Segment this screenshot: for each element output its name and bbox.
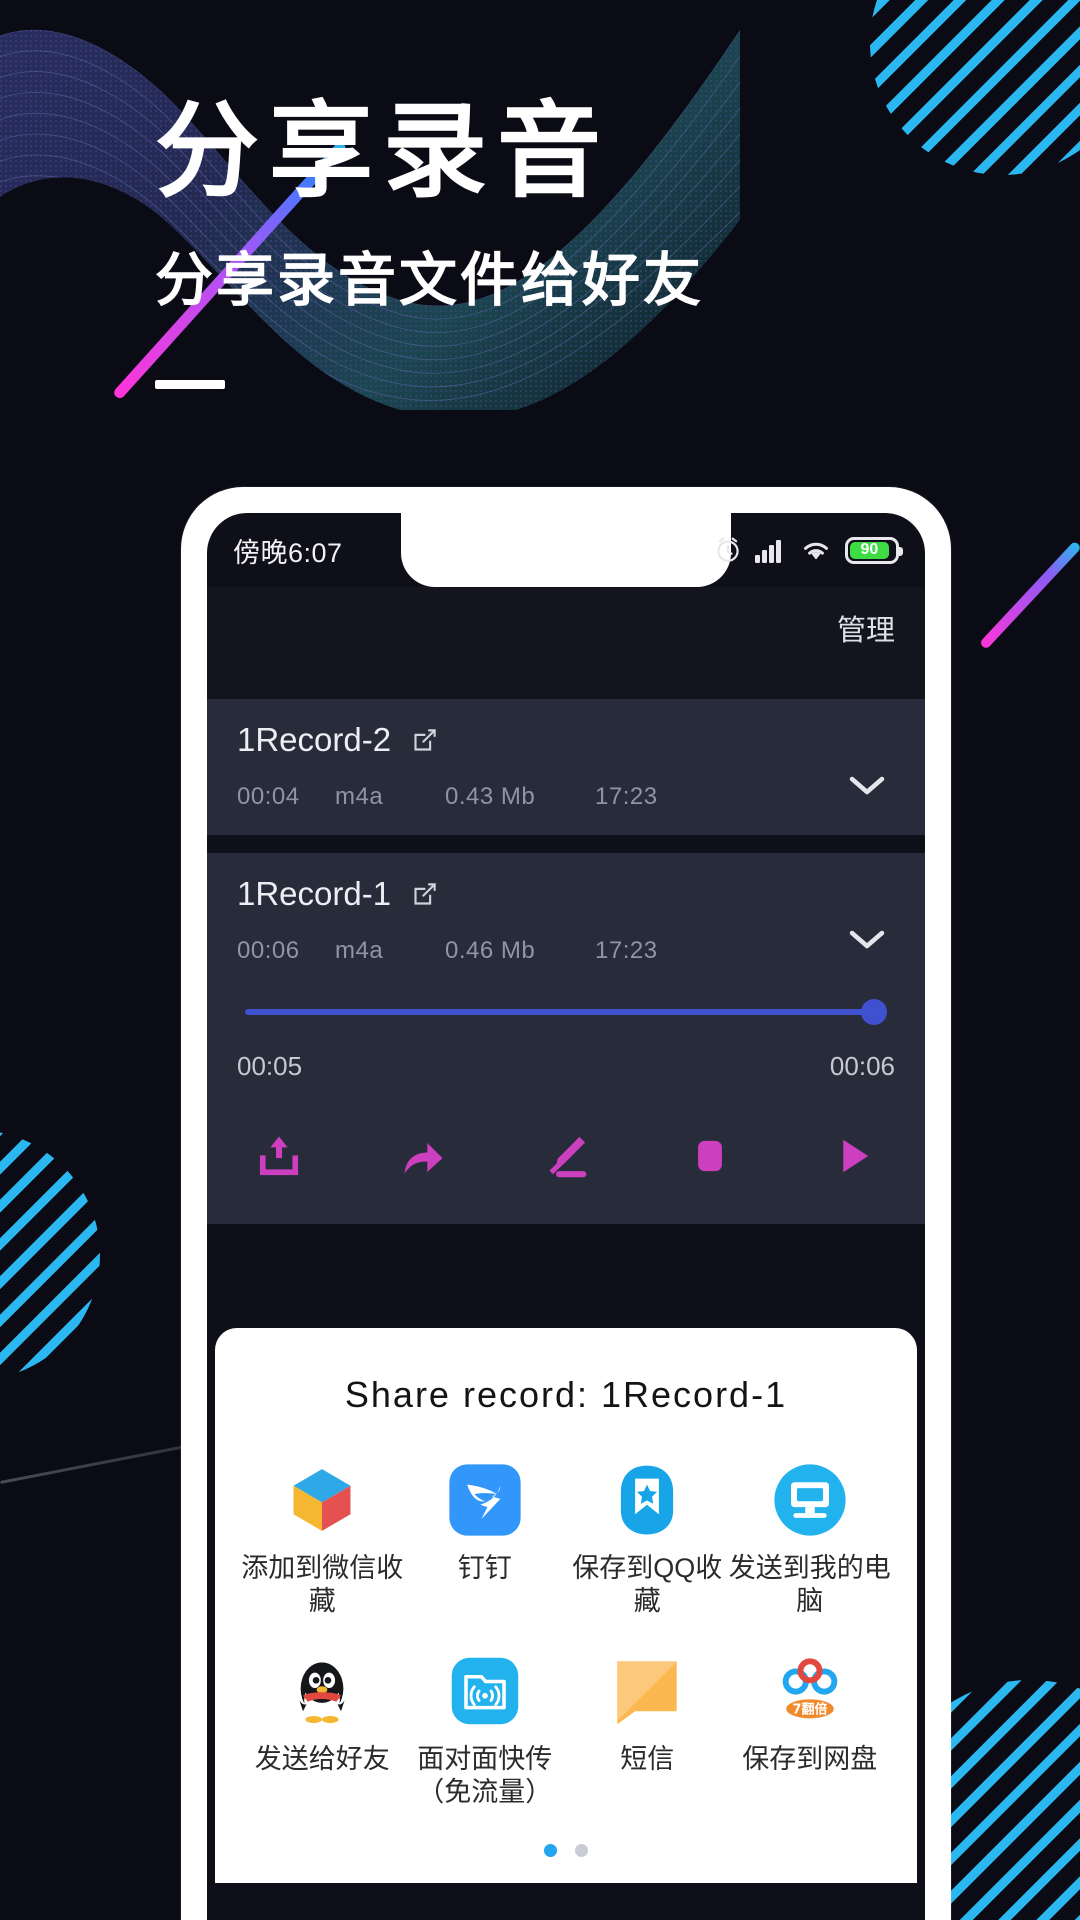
share-option-label: 面对面快传 （免流量） xyxy=(417,1743,553,1808)
player-action-bar xyxy=(237,1126,895,1200)
page-dot[interactable] xyxy=(575,1843,588,1857)
share-option-sms[interactable]: 短信 xyxy=(566,1653,729,1810)
phone-screen: 傍晚6:07 90 管理 1Record-2 00:04 m4a 0.43 Mb… xyxy=(207,513,925,1920)
stripe-circle-left xyxy=(0,1130,100,1380)
send-to-my-computer-monitor-icon xyxy=(774,1464,846,1536)
share-option-label: 保存到QQ收藏 xyxy=(572,1553,723,1617)
face-to-face-transfer-icon xyxy=(451,1657,518,1725)
chevron-down-icon[interactable] xyxy=(847,773,887,797)
share-option-label: 钉钉 xyxy=(457,1553,512,1583)
rename-pencil-icon[interactable] xyxy=(411,727,438,754)
svg-text:7翻倍: 7翻倍 xyxy=(792,1702,827,1718)
diagonal-accent-line-right xyxy=(979,540,1080,650)
record-format: m4a xyxy=(335,937,384,964)
page-subtitle: 分享录音文件给好友 xyxy=(155,248,705,313)
page-title: 分享录音 xyxy=(155,94,612,210)
record-size: 0.43 Mb xyxy=(445,783,536,810)
record-time: 17:23 xyxy=(595,783,658,810)
status-icon-group: 90 xyxy=(714,536,903,564)
record-title-row: 1Record-2 xyxy=(237,721,895,759)
chevron-down-icon[interactable] xyxy=(847,927,887,951)
share-option-label: 发送到我的电脑 xyxy=(728,1553,891,1617)
record-duration: 00:06 xyxy=(237,937,300,964)
share-option-netdisk[interactable]: 7翻倍 保存到网盘 xyxy=(729,1653,892,1810)
share-option-label: 添加到微信收藏 xyxy=(241,1553,404,1617)
status-bar: 傍晚6:07 90 xyxy=(207,513,925,587)
playback-times: 00:05 00:06 xyxy=(237,1051,895,1082)
table-row[interactable]: 1Record-2 00:04 m4a 0.43 Mb 17:23 xyxy=(207,699,925,835)
playback-total: 00:06 xyxy=(829,1051,895,1081)
record-name: 1Record-1 xyxy=(237,875,392,912)
baidu-netdisk-icon: 7翻倍 xyxy=(782,1658,838,1719)
qq-penguin-icon xyxy=(299,1662,345,1723)
edit-icon[interactable] xyxy=(536,1126,596,1186)
share-sheet: Share record: 1Record-1 添加到微信收藏 钉钉 保存到QQ… xyxy=(215,1328,917,1883)
record-size: 0.46 Mb xyxy=(445,937,536,964)
wechat-favorite-cube-icon xyxy=(293,1469,351,1531)
record-time: 17:23 xyxy=(595,937,658,964)
table-row[interactable]: 1Record-1 00:06 m4a 0.46 Mb 17:23 00:05 … xyxy=(207,853,925,1224)
rename-pencil-icon[interactable] xyxy=(411,881,438,908)
seek-thumb[interactable] xyxy=(861,999,887,1025)
record-name: 1Record-2 xyxy=(237,721,392,758)
wifi-icon xyxy=(804,542,828,560)
playback-elapsed: 00:05 xyxy=(237,1051,303,1081)
phone-mockup: 傍晚6:07 90 管理 1Record-2 00:04 m4a 0.43 Mb… xyxy=(181,487,951,1920)
dingtalk-icon xyxy=(449,1464,521,1536)
record-meta: 00:06 m4a 0.46 Mb 17:23 xyxy=(237,937,895,965)
qq-favorite-bookmark-icon xyxy=(621,1465,674,1535)
sheet-spacer xyxy=(207,1224,925,1328)
status-time: 傍晚6:07 xyxy=(233,537,343,568)
signal-icon xyxy=(755,540,781,563)
seek-track xyxy=(245,1009,873,1015)
share-option-qq-favorite[interactable]: 保存到QQ收藏 xyxy=(566,1462,729,1619)
share-option-send-to-computer[interactable]: 发送到我的电脑 xyxy=(729,1462,892,1619)
share-option-label: 发送给好友 xyxy=(254,1743,390,1774)
manage-button[interactable]: 管理 xyxy=(837,607,895,649)
title-underline-rule xyxy=(155,380,225,389)
share-option-label: 短信 xyxy=(620,1743,675,1774)
sms-bubble-icon xyxy=(617,1661,677,1725)
share-sheet-title: Share record: 1Record-1 xyxy=(344,1374,788,1415)
share-option-label: 保存到网盘 xyxy=(742,1743,878,1774)
share-icon[interactable] xyxy=(393,1126,453,1186)
playback-seek-slider[interactable] xyxy=(245,999,887,1025)
record-format: m4a xyxy=(335,783,384,810)
battery-fill: 90 xyxy=(850,541,889,559)
share-target-grid: 添加到微信收藏 钉钉 保存到QQ收藏 发送到我的电脑 发送给好友 面对面快传 （… xyxy=(215,1462,917,1810)
export-icon[interactable] xyxy=(249,1126,309,1186)
record-title-row: 1Record-1 xyxy=(237,875,895,913)
battery-percent-label: 90 xyxy=(860,541,879,558)
battery-icon: 90 xyxy=(845,536,903,564)
list-top-gap xyxy=(207,669,925,699)
share-sheet-page-dots xyxy=(215,1843,917,1857)
stop-icon[interactable] xyxy=(680,1126,740,1186)
alarm-icon xyxy=(717,537,739,562)
play-icon[interactable] xyxy=(823,1126,883,1186)
share-option-qq-friend[interactable]: 发送给好友 xyxy=(241,1653,404,1810)
record-meta: 00:04 m4a 0.43 Mb 17:23 xyxy=(237,783,895,811)
share-option-face-to-face-transfer[interactable]: 面对面快传 （免流量） xyxy=(404,1653,567,1810)
app-bar: 管理 xyxy=(207,587,925,669)
share-option-wechat-favorite[interactable]: 添加到微信收藏 xyxy=(241,1462,404,1619)
share-option-dingtalk[interactable]: 钉钉 xyxy=(404,1462,567,1619)
page-dot-active[interactable] xyxy=(544,1843,557,1857)
stripe-circle-top-right xyxy=(870,0,1080,175)
record-duration: 00:04 xyxy=(237,783,300,810)
record-separator xyxy=(207,835,925,853)
